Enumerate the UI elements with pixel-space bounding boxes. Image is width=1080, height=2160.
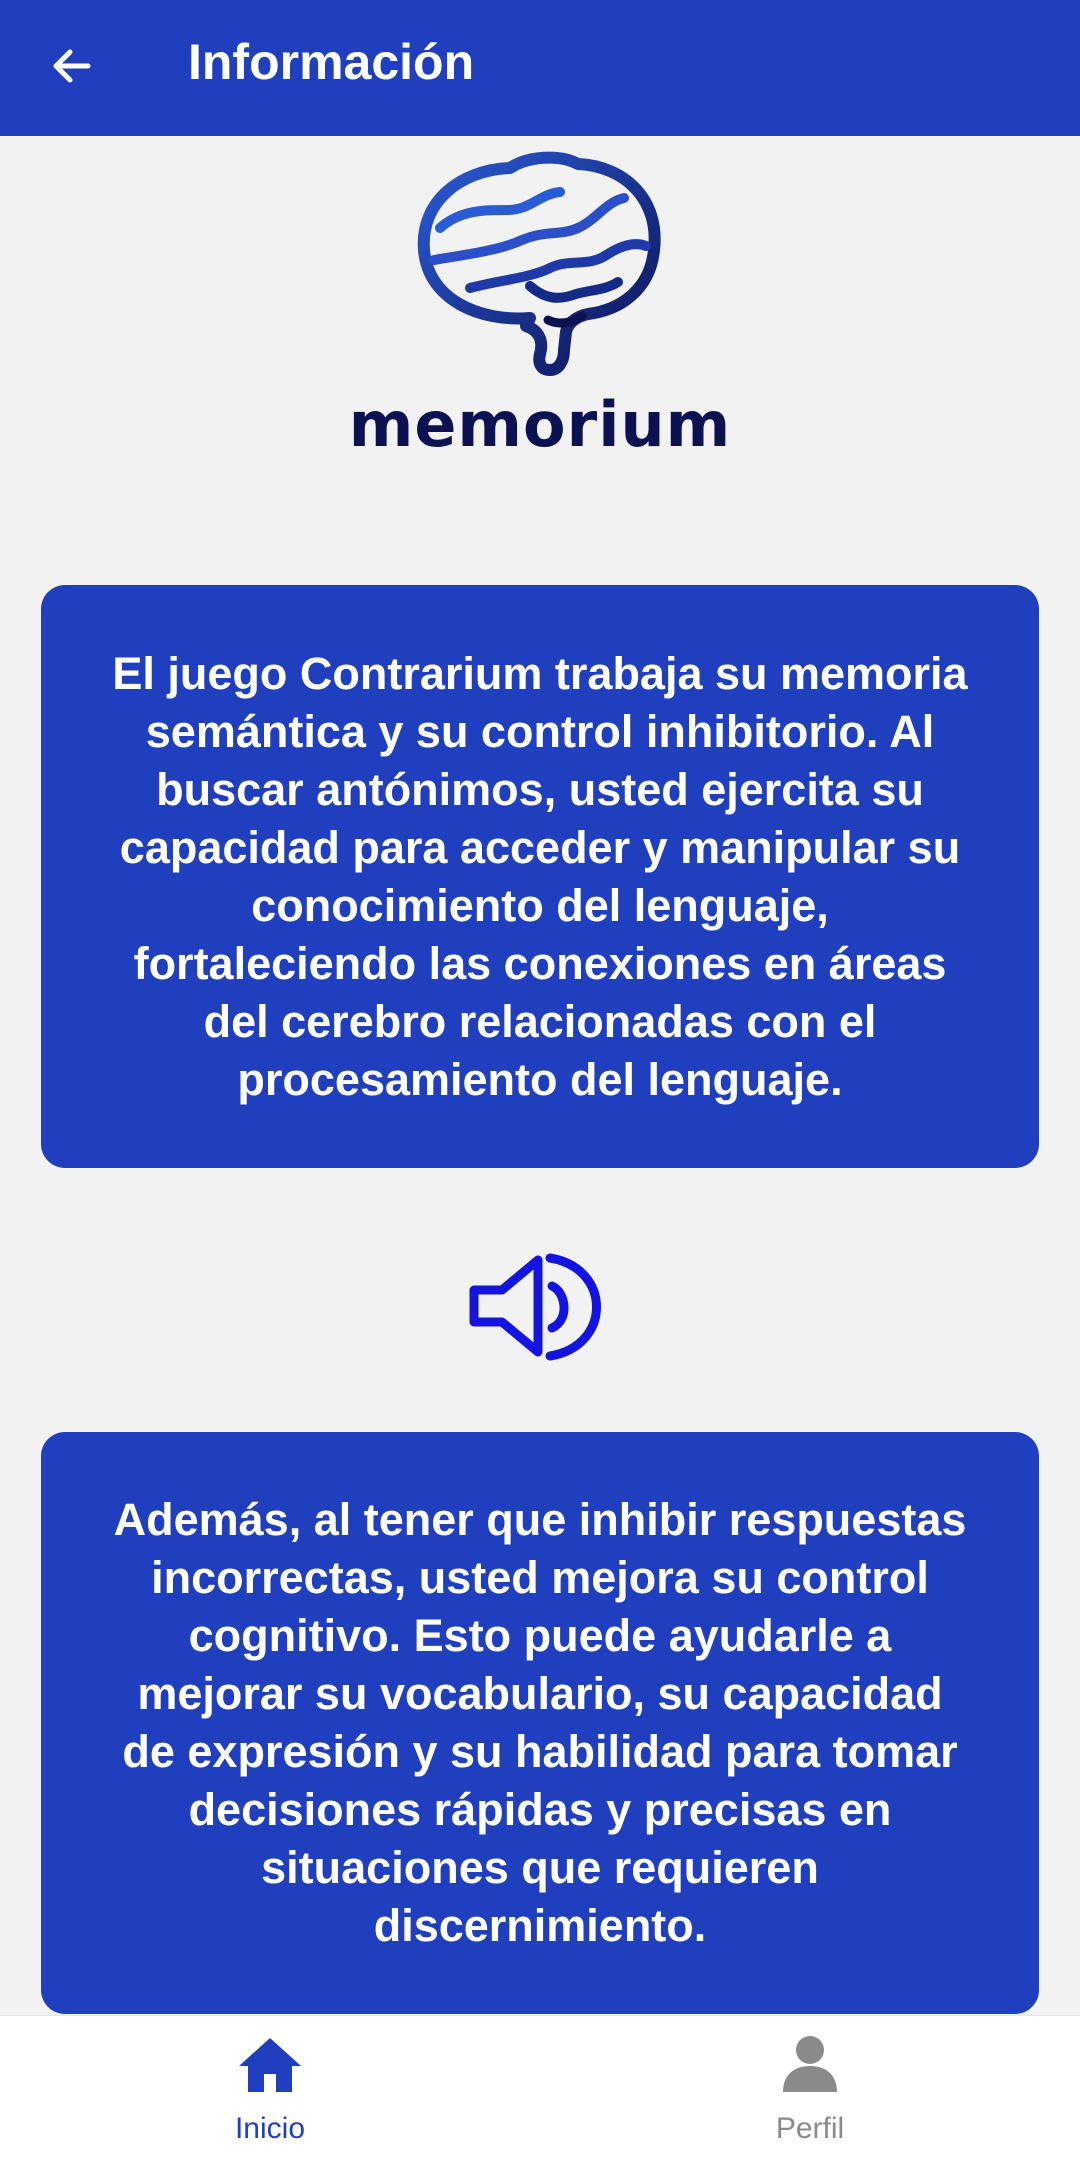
arrow-left-icon (53, 49, 91, 83)
app-bar: Información (0, 0, 1080, 136)
person-icon (783, 2036, 837, 2092)
info-card-second: Además, al tener que inhibir respuestas … (41, 1432, 1039, 2014)
app-logo: memorium (0, 150, 1080, 470)
nav-label-inicio: Inicio (234, 2112, 306, 2145)
page-title: Información (188, 34, 475, 90)
info-card-first: El juego Contrarium trabaja su memoria s… (41, 585, 1039, 1168)
info-text-second: Además, al tener que inhibir respuestas … (113, 1494, 967, 1951)
brand-name: memorium (348, 388, 732, 461)
back-button[interactable] (36, 30, 108, 102)
nav-item-perfil[interactable]: Perfil (660, 2030, 960, 2160)
info-text-first: El juego Contrarium trabaja su memoria s… (112, 647, 968, 1105)
nav-label-perfil: Perfil (775, 2112, 845, 2145)
brain-icon (417, 151, 661, 376)
bottom-navigation: Inicio Perfil (0, 2015, 1080, 2160)
nav-item-inicio[interactable]: Inicio (120, 2030, 420, 2160)
speaker-icon (469, 1253, 601, 1361)
home-icon (239, 2038, 301, 2092)
speaker-button[interactable] (466, 1250, 614, 1362)
